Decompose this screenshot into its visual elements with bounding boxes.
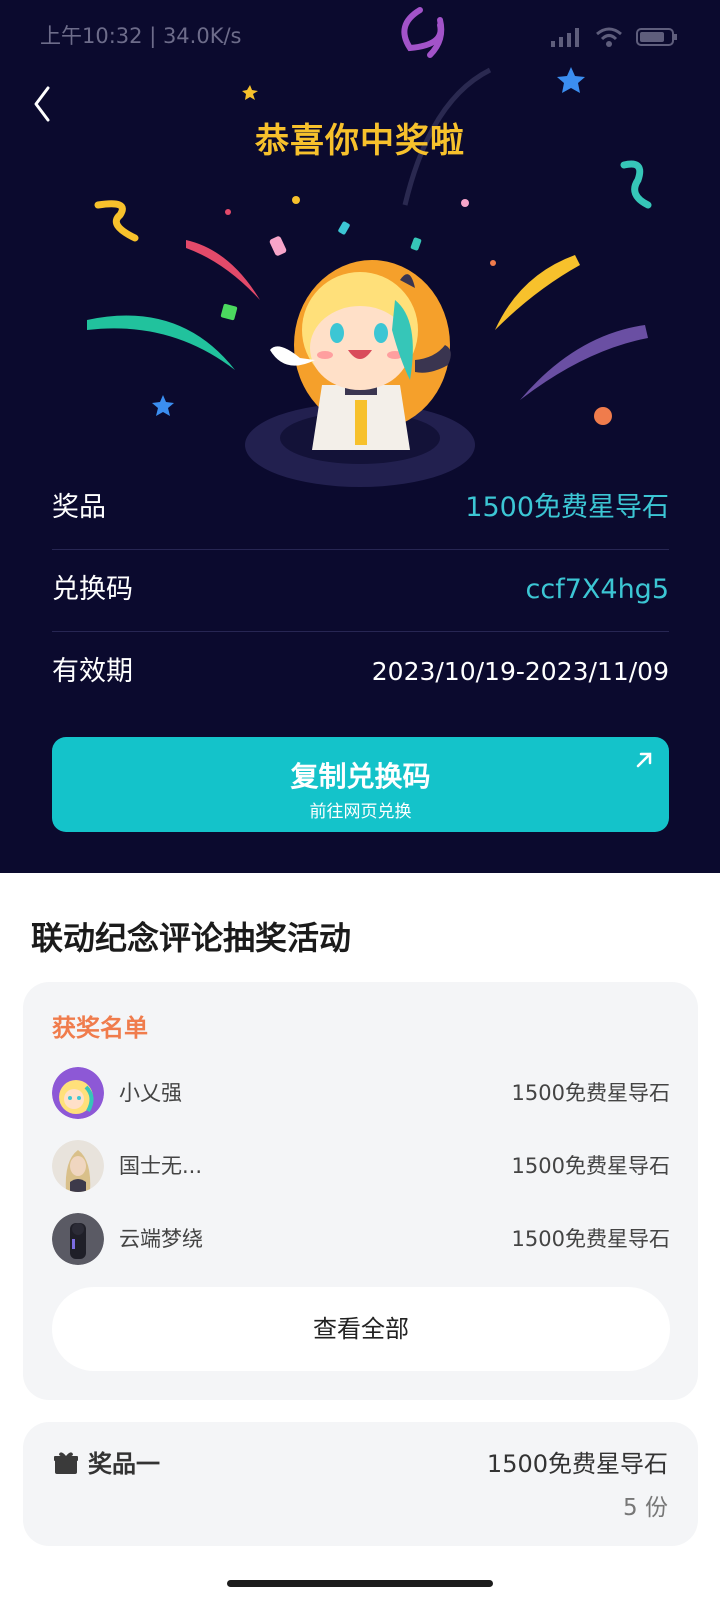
info-row-code: 兑换码 ccf7X4hg5 <box>52 549 669 632</box>
page-title: 恭喜你中奖啦 <box>255 121 465 161</box>
winner-row[interactable]: 国士无... 1500免费星导石 <box>52 1140 670 1194</box>
copy-code-button[interactable]: 复制兑换码 前往网页兑换 <box>52 737 669 832</box>
view-all-button[interactable]: 查看全部 <box>52 1287 670 1371</box>
winner-name: 国士无... <box>119 1154 203 1178</box>
winner-name: 小乂强 <box>119 1081 182 1105</box>
info-value: 1500免费星导石 <box>465 492 669 523</box>
reward-value: 1500免费星导石 <box>486 1450 668 1478</box>
info-value: 2023/10/19-2023/11/09 <box>371 657 669 686</box>
winner-row[interactable]: 小乂强 1500免费星导石 <box>52 1067 670 1121</box>
celebration-illustration <box>87 7 652 487</box>
reward-card: 奖品一 1500免费星导石 5 份 <box>23 1422 698 1546</box>
avatar <box>52 1140 104 1192</box>
copy-button-label: 复制兑换码 <box>290 760 431 793</box>
winner-name: 云端梦绕 <box>119 1227 203 1251</box>
winner-prize: 1500免费星导石 <box>511 1227 670 1251</box>
winner-row[interactable]: 云端梦绕 1500免费星导石 <box>52 1213 670 1267</box>
winners-title: 获奖名单 <box>52 1014 148 1042</box>
hero-section: 上午10:32 | 34.0K/s 恭喜你中奖啦 奖品 1500免费星导石 兑换… <box>0 0 720 873</box>
gift-icon <box>54 1452 78 1474</box>
info-label: 兑换码 <box>52 574 133 605</box>
avatar <box>52 1213 104 1265</box>
reward-count: 5 份 <box>623 1495 668 1521</box>
avatar <box>52 1067 104 1119</box>
winner-prize: 1500免费星导石 <box>511 1154 670 1178</box>
reward-label: 奖品一 <box>88 1450 160 1478</box>
info-label: 有效期 <box>52 656 133 687</box>
home-indicator[interactable] <box>227 1580 493 1587</box>
info-row-prize: 奖品 1500免费星导石 <box>52 467 669 550</box>
activity-title: 联动纪念评论抽奖活动 <box>31 919 352 957</box>
copy-button-sublabel: 前往网页兑换 <box>309 802 412 822</box>
winner-prize: 1500免费星导石 <box>511 1081 670 1105</box>
info-row-validity: 有效期 2023/10/19-2023/11/09 <box>52 631 669 713</box>
arrow-up-right-icon <box>636 752 652 768</box>
info-label: 奖品 <box>52 492 106 523</box>
redeem-code[interactable]: ccf7X4hg5 <box>526 549 669 631</box>
winners-card: 获奖名单 小乂强 1500免费星导石 国士无... 1500免费星导石 云端梦绕 <box>23 982 698 1400</box>
